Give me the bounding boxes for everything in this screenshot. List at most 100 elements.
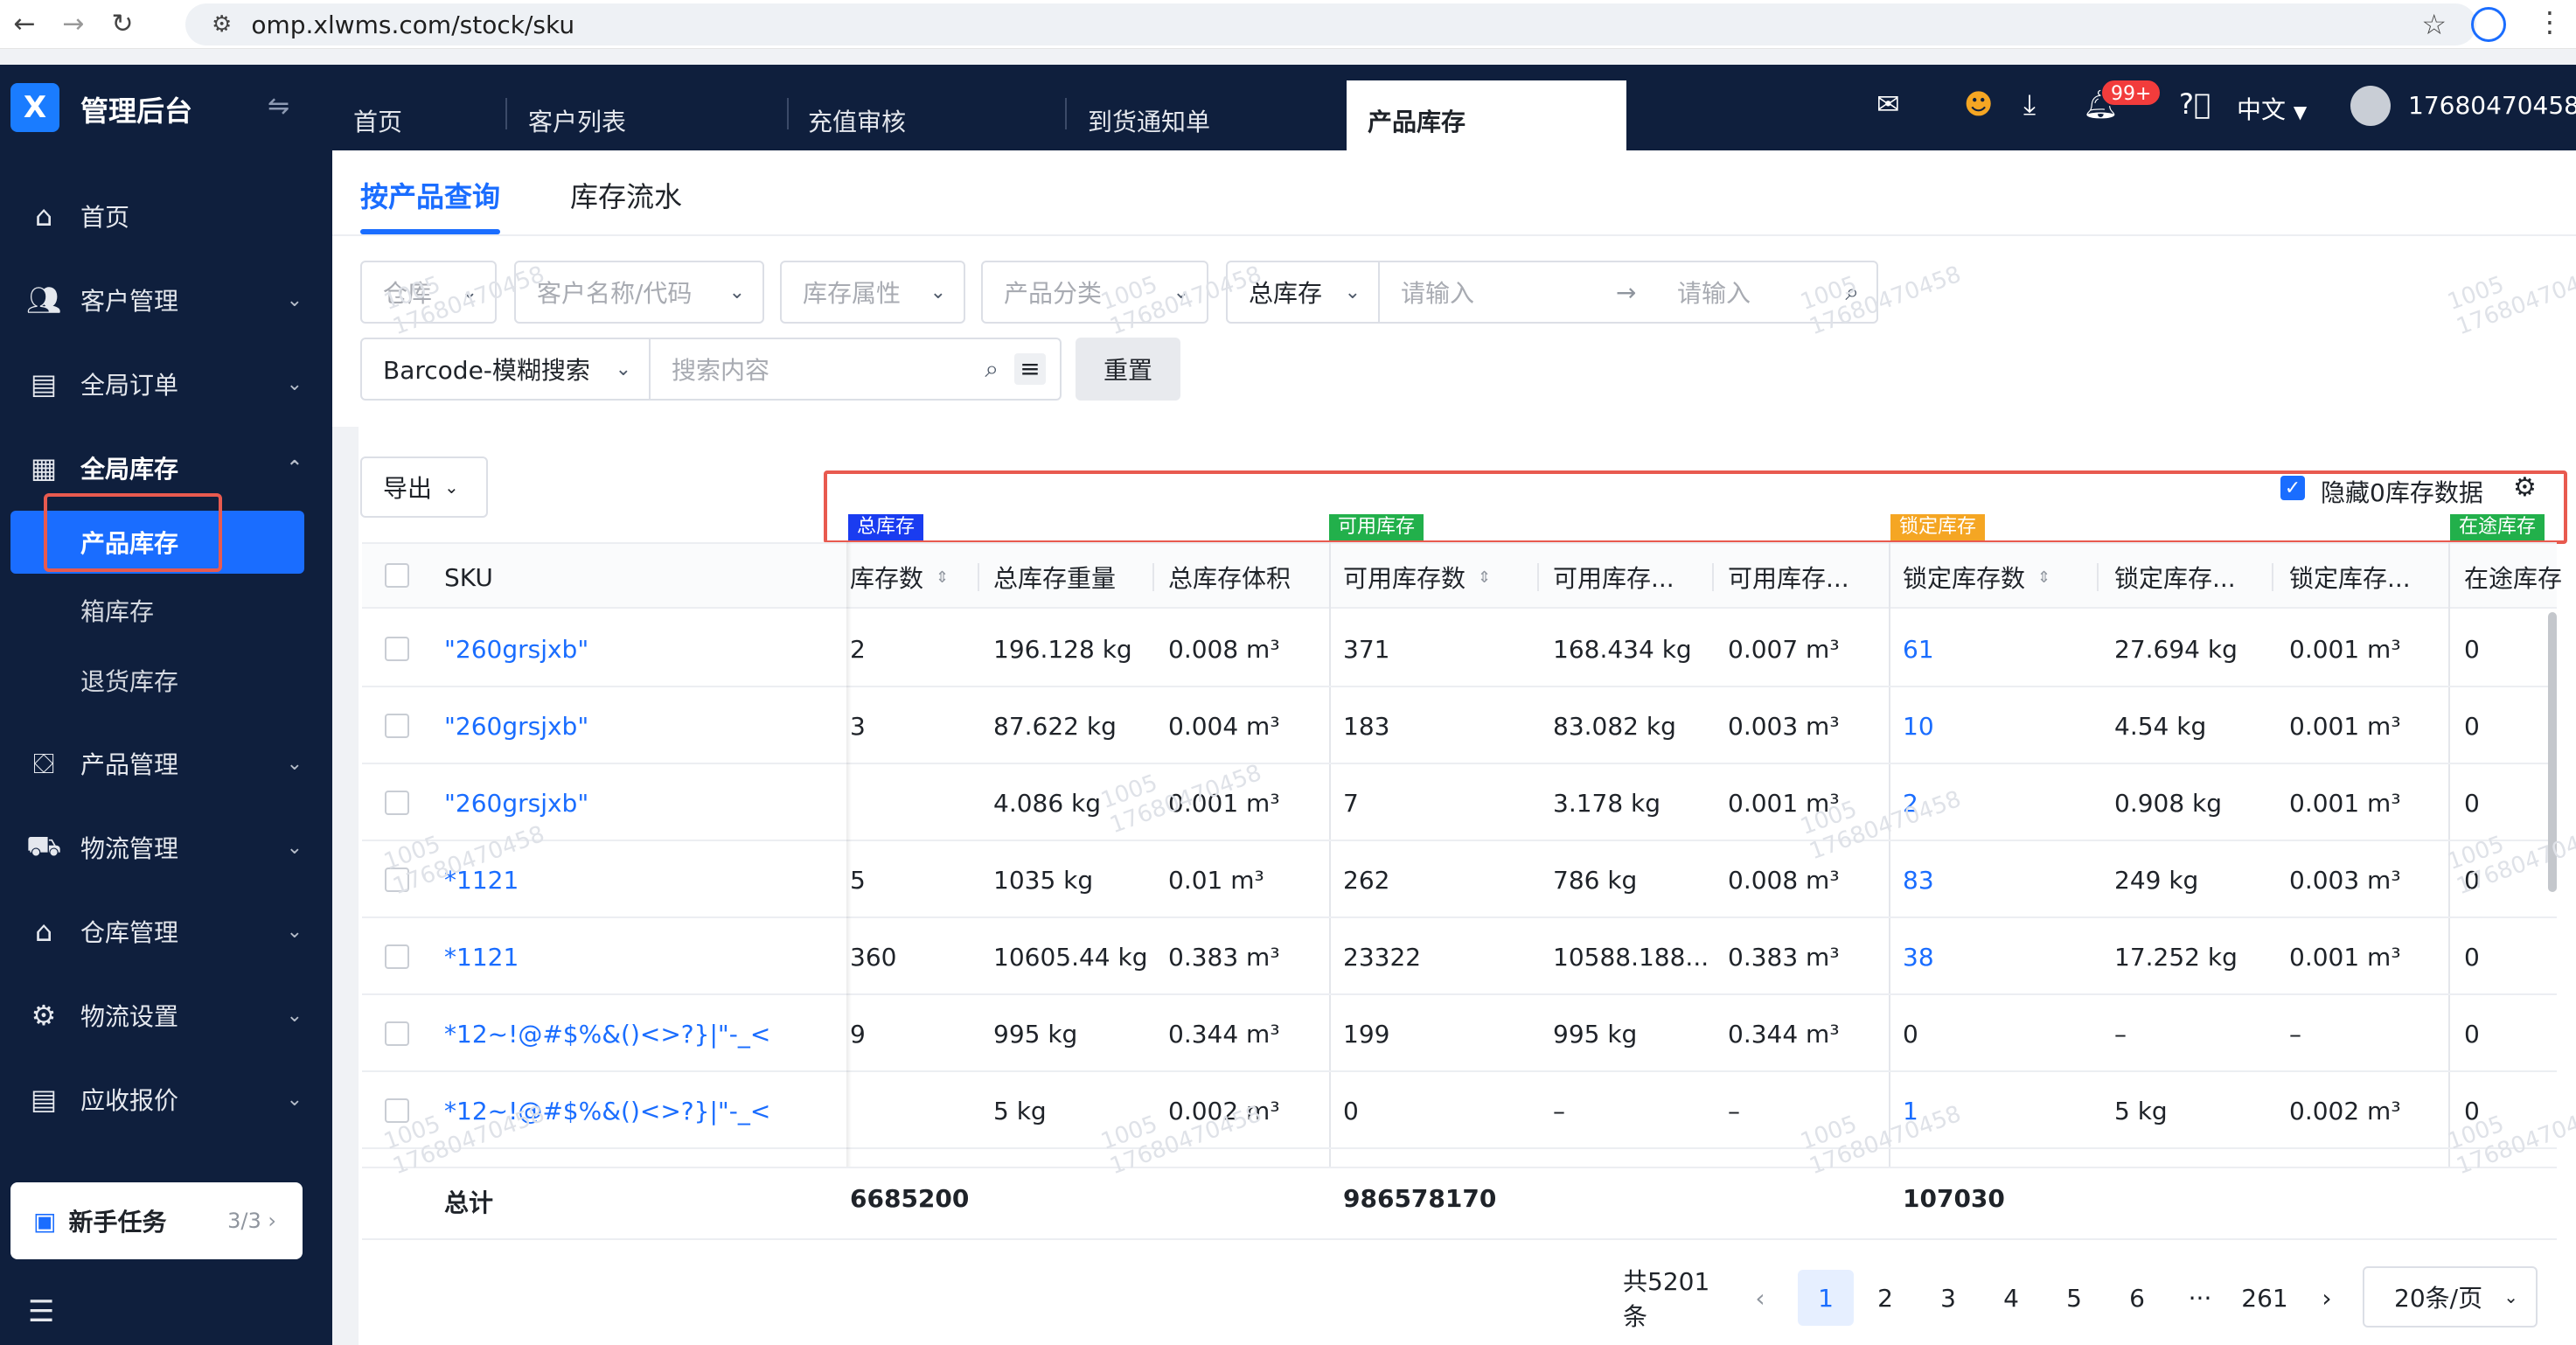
tab-by-product[interactable]: 按产品查询 — [360, 175, 500, 215]
group-tag-transit: 在途库存 — [2450, 514, 2545, 540]
sidebar-item-home[interactable]: ⌂ 首页 — [0, 185, 332, 247]
cell-sku[interactable]: *12~!@#$%&()<>?}|"-_< — [444, 995, 846, 1072]
avatar[interactable] — [2350, 86, 2391, 126]
range-from-input[interactable]: 请输入 — [1401, 275, 1474, 310]
chevron-down-icon: ⌄ — [2503, 1286, 2518, 1307]
stock-attribute-select[interactable]: 库存属性 ⌄ — [780, 261, 965, 324]
profile-icon[interactable] — [2471, 7, 2506, 42]
header-tab-recharge[interactable]: 充值审核 — [808, 80, 906, 150]
bookmark-star-icon[interactable]: ☆ — [2421, 8, 2447, 41]
page-ellipsis[interactable]: ··· — [2176, 1270, 2224, 1326]
sidebar-item-logistics-settings[interactable]: ⚙ 物流设置 ⌄ — [0, 985, 332, 1046]
page-last[interactable]: 261 — [2238, 1270, 2291, 1326]
reload-icon[interactable]: ↻ — [98, 0, 147, 49]
notification-badge: 99+ — [2100, 79, 2162, 107]
cell-lq[interactable]: 61 — [1903, 610, 2095, 687]
tab-stock-flow[interactable]: 库存流水 — [570, 175, 682, 215]
robot-icon[interactable]: ☻ — [1964, 87, 1993, 121]
menu-toggle-icon[interactable]: ☰ — [28, 1294, 54, 1329]
sidebar-item-products[interactable]: ⛋ 产品管理 ⌄ — [0, 733, 332, 794]
page-2[interactable]: 2 — [1861, 1270, 1910, 1326]
page-size-select[interactable]: 20条/页 ⌄ — [2363, 1266, 2538, 1328]
header-tab-arrival[interactable]: 到货通知单 — [1088, 80, 1210, 150]
cell-tw: 87.622 kg — [993, 711, 1117, 741]
cell-sku[interactable]: *1121 — [444, 918, 846, 995]
cell-aq: 7 — [1343, 788, 1359, 818]
row-checkbox[interactable] — [385, 1098, 409, 1123]
page-1[interactable]: 1 — [1798, 1270, 1854, 1326]
sort-icon[interactable]: ⇕ — [2037, 568, 2050, 587]
sidebar-item-global-stock[interactable]: ▦ 全局库存 ⌃ — [0, 437, 332, 498]
customer-select[interactable]: 客户名称/代码 ⌄ — [514, 261, 764, 324]
message-icon[interactable]: ✉ — [1876, 87, 1900, 121]
address-bar[interactable]: ⚙ omp.xlwms.com/stock/sku ☆ — [185, 3, 2476, 45]
user-name[interactable]: 17680470458 — [2408, 91, 2576, 120]
select-all-checkbox[interactable] — [385, 563, 409, 588]
header-tab-product-stock[interactable]: 产品库存 — [1347, 80, 1626, 150]
hide-zero-checkbox[interactable]: ✓ — [2280, 476, 2305, 500]
cell-lq[interactable]: 83 — [1903, 841, 2095, 918]
cell-aw: 168.434 kg — [1553, 634, 1692, 664]
sidebar-item-orders[interactable]: ▤ 全局订单 ⌄ — [0, 353, 332, 415]
search-input[interactable]: 搜索内容 ⌕ ≡ — [649, 338, 1062, 401]
row-checkbox[interactable] — [385, 714, 409, 738]
hide-zero-label[interactable]: 隐藏0库存数据 — [2321, 474, 2483, 509]
column-setting-icon[interactable]: ⚙ — [2513, 472, 2537, 503]
col-total-qty[interactable]: 库存数 ⇕ — [850, 546, 949, 609]
cell-lq[interactable]: 10 — [1903, 687, 2095, 764]
cell-av: 0.008 m³ — [1728, 865, 1840, 895]
search-type-value: Barcode-模糊搜索 — [383, 356, 590, 385]
row-checkbox[interactable] — [385, 1021, 409, 1046]
cell-sku[interactable]: "260grsjxb" — [444, 610, 846, 687]
sidebar-item-logistics[interactable]: ⛟ 物流管理 ⌄ — [0, 817, 332, 878]
cell-tq: 360 — [850, 942, 897, 972]
collapse-sidebar-icon[interactable]: ⇋ — [268, 91, 289, 122]
row-checkbox[interactable] — [385, 791, 409, 815]
search-icon[interactable]: ⌕ — [985, 354, 999, 384]
quote-icon: ▤ — [30, 1083, 58, 1116]
col-avail-weight: 可用库存... — [1553, 564, 1674, 593]
cell-tv: 0.01 m³ — [1168, 865, 1264, 895]
col-avail-qty[interactable]: 可用库存数 ⇕ — [1343, 546, 1491, 609]
help-icon[interactable]: ?⃝ — [2179, 87, 2210, 121]
sidebar-sub-return-stock[interactable]: 退货库存 — [0, 651, 332, 710]
sidebar-item-label: 物流管理 — [80, 834, 179, 863]
sidebar-item-label: 应收报价 — [80, 1086, 179, 1115]
sidebar-item-customers[interactable]: 👥︎ 客户管理 ⌄ — [0, 269, 332, 331]
site-settings-icon[interactable]: ⚙ — [212, 11, 232, 38]
page-3[interactable]: 3 — [1924, 1270, 1973, 1326]
header-tab-home[interactable]: 首页 — [353, 80, 402, 150]
page-4[interactable]: 4 — [1987, 1270, 2036, 1326]
export-button[interactable]: 导出 ⌄ — [360, 456, 488, 518]
language-select[interactable]: 中文 ▼ — [2237, 91, 2307, 126]
cell-lq[interactable]: 38 — [1903, 918, 2095, 995]
group-tag-total: 总库存 — [848, 514, 924, 540]
cell-sku[interactable]: "260grsjxb" — [444, 687, 846, 764]
cell-tr: 0 — [2464, 942, 2480, 972]
beginner-task-card[interactable]: ▣ 新手任务 3/3 › — [10, 1182, 303, 1259]
row-checkbox[interactable] — [385, 637, 409, 661]
search-type-select[interactable]: Barcode-模糊搜索 ⌄ — [360, 338, 651, 401]
cell-tq: 5 — [850, 865, 866, 895]
sort-icon[interactable]: ⇕ — [936, 568, 949, 587]
sidebar-item-quotes[interactable]: ▤ 应收报价 ⌄ — [0, 1069, 332, 1130]
cell-aw: 3.178 kg — [1553, 788, 1661, 818]
page-6[interactable]: 6 — [2113, 1270, 2162, 1326]
reset-button[interactable]: 重置 — [1076, 338, 1180, 401]
range-to-input[interactable]: 请输入 — [1677, 275, 1751, 310]
batch-search-icon[interactable]: ≡ — [1014, 353, 1046, 385]
sidebar-sub-box-stock[interactable]: 箱库存 — [0, 581, 332, 640]
download-icon[interactable]: ⤓ — [2023, 87, 2036, 122]
page-5[interactable]: 5 — [2050, 1270, 2099, 1326]
sort-icon[interactable]: ⇕ — [1478, 568, 1491, 587]
prev-page-icon[interactable]: ‹ — [1738, 1270, 1782, 1326]
cell-tr: 0 — [2464, 711, 2480, 741]
row-checkbox[interactable] — [385, 944, 409, 969]
col-locked-qty[interactable]: 锁定库存数 ⇕ — [1903, 546, 2050, 609]
browser-menu-icon[interactable]: ⋮ — [2536, 5, 2564, 38]
back-icon[interactable]: ← — [0, 0, 49, 49]
next-page-icon[interactable]: › — [2305, 1270, 2349, 1326]
sidebar-item-warehouse[interactable]: ⌂ 仓库管理 ⌄ — [0, 901, 332, 962]
header-tab-customers[interactable]: 客户列表 — [528, 80, 626, 150]
forward-icon[interactable]: → — [49, 0, 98, 49]
